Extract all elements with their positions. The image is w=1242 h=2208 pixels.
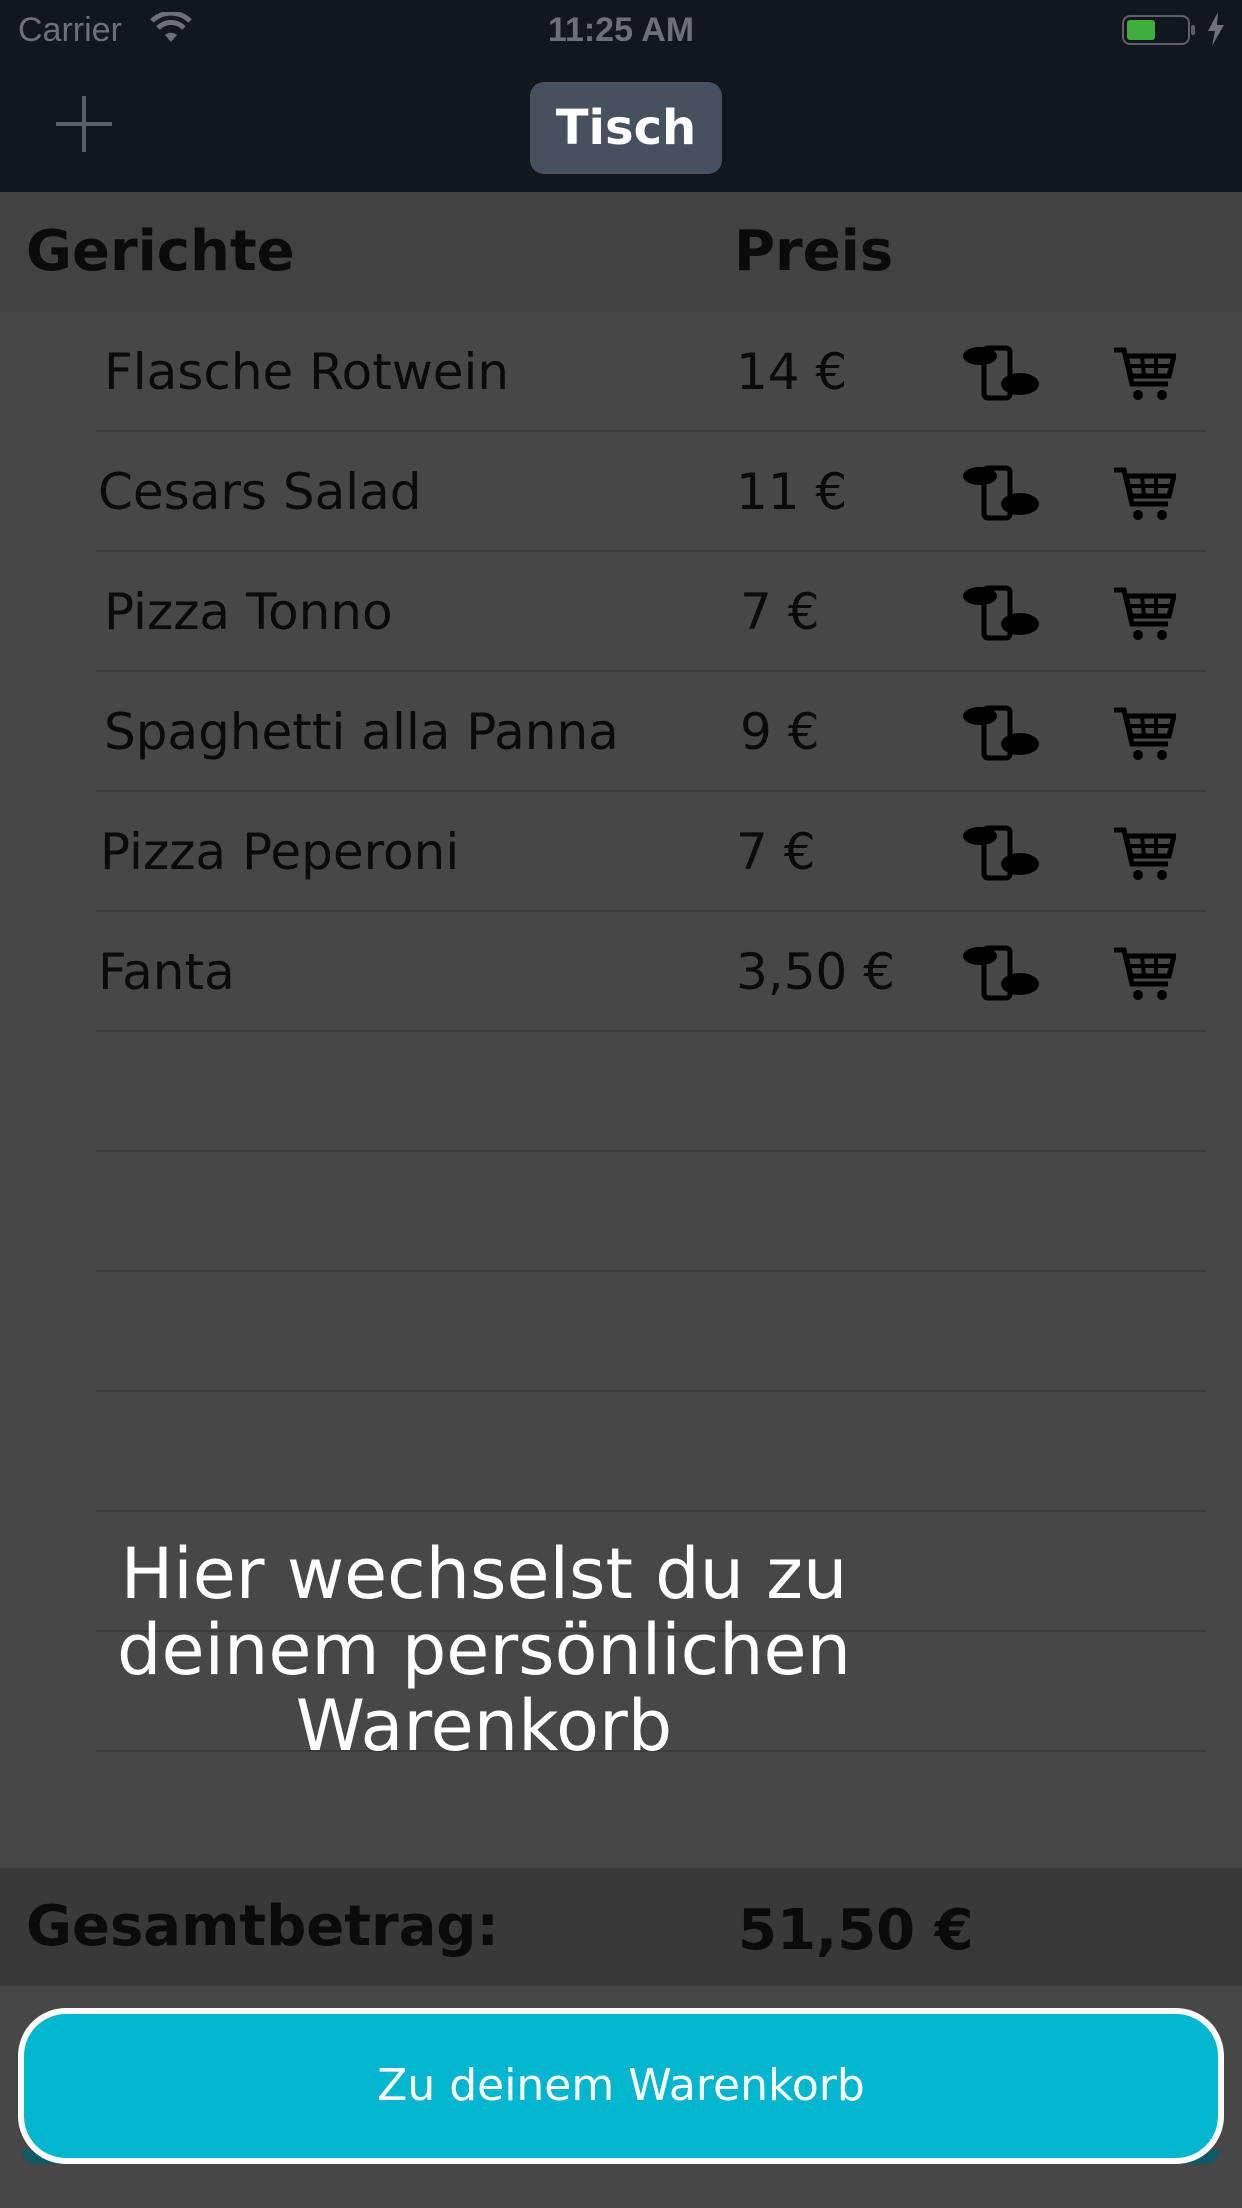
hand-share-icon[interactable]	[962, 822, 1040, 884]
column-header-dishes: Gerichte	[26, 219, 295, 284]
status-time: 11:25 AM	[547, 11, 695, 49]
table-header: Gerichte Preis	[0, 192, 1242, 312]
total-row: Gesamtbetrag: 51,50 €	[0, 1868, 1242, 1986]
list-item[interactable]: Pizza Peperoni 7 €	[0, 792, 1242, 912]
list-item[interactable]: Fanta 3,50 €	[0, 912, 1242, 1032]
dish-price: 7 €	[740, 583, 820, 641]
shopping-cart-icon[interactable]	[1114, 944, 1176, 1002]
shopping-cart-icon[interactable]	[1114, 584, 1176, 642]
empty-row	[0, 1272, 1242, 1392]
hand-share-icon[interactable]	[962, 582, 1040, 644]
go-to-cart-button[interactable]: Zu deinem Warenkorb	[18, 2008, 1224, 2164]
nav-title-tisch[interactable]: Tisch	[530, 82, 722, 174]
battery-icon	[1122, 15, 1195, 45]
top-bar: Carrier 11:25 AM Tisch	[0, 0, 1242, 192]
shopping-cart-icon[interactable]	[1114, 824, 1176, 882]
empty-row	[0, 1752, 1242, 1872]
dish-name: Pizza Tonno	[104, 583, 393, 641]
dish-price: 11 €	[736, 463, 848, 521]
dish-price: 3,50 €	[736, 943, 896, 1001]
dish-name: Pizza Peperoni	[100, 823, 460, 881]
shopping-cart-icon[interactable]	[1114, 704, 1176, 762]
total-label: Gesamtbetrag:	[26, 1894, 499, 1959]
onboarding-hint: Hier wechselst du zu deinem persönlichen…	[117, 1533, 851, 1767]
hand-share-icon[interactable]	[962, 462, 1040, 524]
empty-row	[0, 1152, 1242, 1272]
shopping-cart-icon[interactable]	[1114, 344, 1176, 402]
dish-name: Fanta	[98, 943, 235, 1001]
dish-name: Flasche Rotwein	[104, 343, 510, 401]
list-item[interactable]: Pizza Tonno 7 €	[0, 552, 1242, 672]
list-item[interactable]: Flasche Rotwein 14 €	[0, 312, 1242, 432]
dish-price: 9 €	[740, 703, 820, 761]
column-header-price: Preis	[734, 219, 894, 284]
list-item[interactable]: Spaghetti alla Panna 9 €	[0, 672, 1242, 792]
empty-row	[0, 1032, 1242, 1152]
dish-price: 7 €	[736, 823, 816, 881]
dish-name: Spaghetti alla Panna	[104, 703, 619, 761]
hand-share-icon[interactable]	[962, 702, 1040, 764]
empty-row	[0, 1392, 1242, 1512]
shopping-cart-icon[interactable]	[1114, 464, 1176, 522]
list-item[interactable]: Cesars Salad 11 €	[0, 432, 1242, 552]
hand-share-icon[interactable]	[962, 942, 1040, 1004]
hand-share-icon[interactable]	[962, 342, 1040, 404]
dish-name: Cesars Salad	[98, 463, 422, 521]
dish-price: 14 €	[736, 343, 848, 401]
charging-bolt-icon	[1208, 12, 1224, 46]
total-value: 51,50 €	[738, 1898, 974, 1963]
add-icon[interactable]	[56, 96, 112, 152]
